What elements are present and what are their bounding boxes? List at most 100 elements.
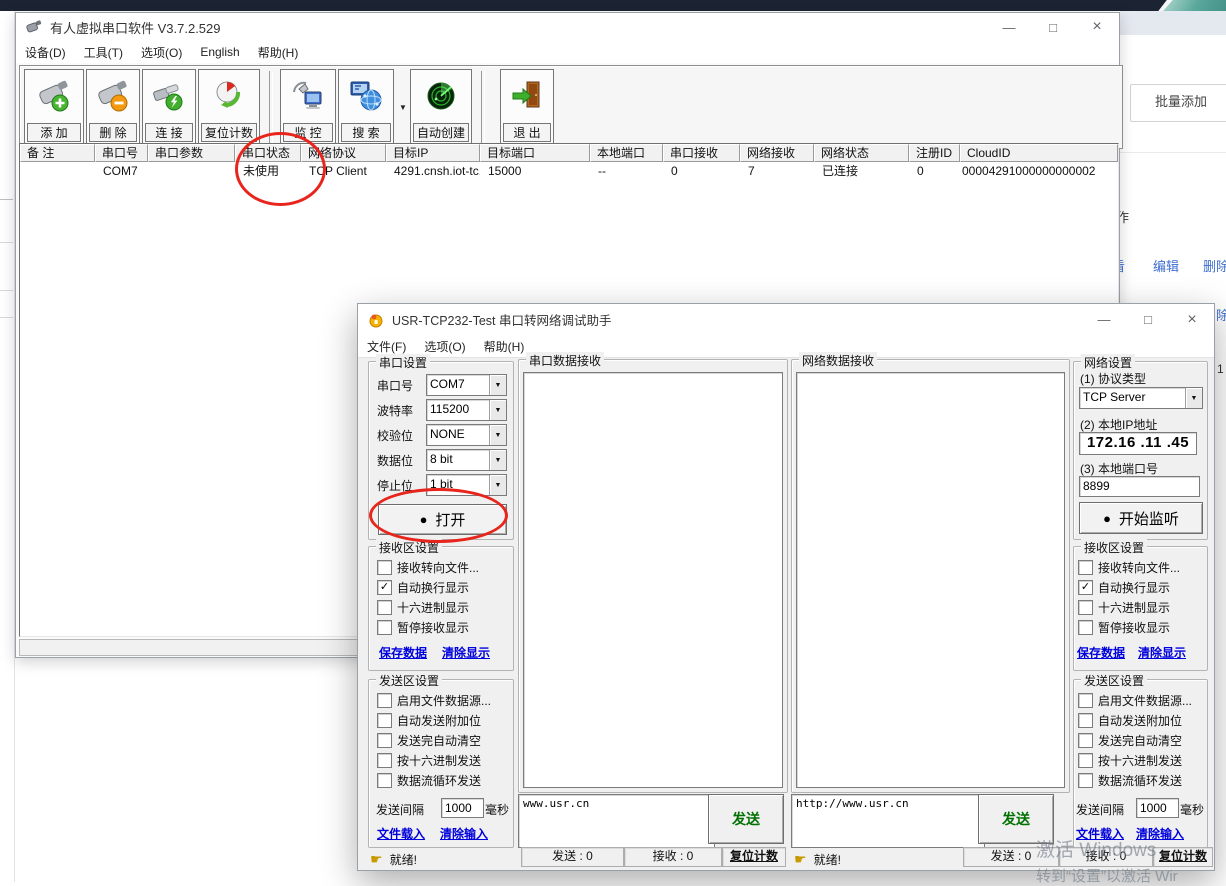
add-port-button[interactable]: 添 加 [24,69,84,145]
protocol-select[interactable]: TCP Server ▼ [1079,387,1203,409]
checkbox-box: ✓ [1078,580,1093,595]
maximize-icon[interactable]: □ [1031,20,1075,35]
reset-count-button[interactable]: 复位计数 [198,69,260,145]
file-source-checkbox[interactable]: 启用文件数据源... [377,692,491,709]
net-send-input[interactable]: http://www.usr.cn [791,794,985,848]
chevron-down-icon[interactable]: ▼ [489,450,506,470]
minimize-icon[interactable]: — [987,20,1031,35]
partial-delete-link[interactable]: 除 [1216,305,1226,324]
auto-newline-checkbox[interactable]: ✓自动换行显示 [1078,579,1170,596]
col-local-port[interactable]: 本地端口 [590,144,663,162]
menu-help[interactable]: 帮助(H) [484,338,525,355]
recv-to-file-checkbox[interactable]: 接收转向文件... [1078,559,1180,576]
loop-send-checkbox[interactable]: 数据流循环发送 [377,772,481,789]
start-listen-button[interactable]: ● 开始监听 [1079,502,1203,534]
parity-value: NONE [427,425,489,445]
local-port-input[interactable]: 8899 [1079,476,1200,497]
col-reg-id[interactable]: 注册ID [909,144,960,162]
exit-button[interactable]: 退 出 [500,69,554,145]
maximize-icon[interactable]: □ [1126,312,1170,327]
delete-link[interactable]: 删除 [1203,256,1226,275]
pause-recv-checkbox[interactable]: 暂停接收显示 [377,619,469,636]
menu-options[interactable]: 选项(O) [141,44,182,61]
cell-target-port: 15000 [480,162,590,180]
baud-select[interactable]: 115200 ▼ [426,399,507,421]
hex-send-checkbox[interactable]: 按十六进制发送 [377,752,481,769]
port-select[interactable]: COM7 ▼ [426,374,507,396]
save-data-link[interactable]: 保存数据 [379,644,427,661]
connect-button[interactable]: 连 接 [142,69,196,145]
col-port[interactable]: 串口号 [95,144,148,162]
local-ip-input[interactable]: 172.16 .11 .45 [1079,432,1197,455]
auto-append-checkbox[interactable]: 自动发送附加位 [1078,712,1182,729]
file-source-checkbox[interactable]: 启用文件数据源... [1078,692,1192,709]
vcom-app-icon [26,19,42,35]
clear-display-link[interactable]: 清除显示 [1138,644,1186,661]
net-send-button[interactable]: 发送 [978,794,1054,844]
close-icon[interactable]: × [1075,18,1119,36]
edit-link[interactable]: 编辑 [1153,256,1179,275]
menu-file[interactable]: 文件(F) [367,338,406,355]
parity-select[interactable]: NONE ▼ [426,424,507,446]
menu-english[interactable]: English [200,45,239,59]
table-row[interactable]: COM7 未使用 TCP Client 4291.cnsh.iot-tc... … [20,162,1118,180]
col-cloud-id[interactable]: CloudID [960,144,1118,162]
serial-sent-counter: 发送 : 0 [521,847,624,867]
serial-send-button[interactable]: 发送 [708,794,784,844]
serial-send-input[interactable]: www.usr.cn [518,794,715,848]
serial-reset-count-button[interactable]: 复位计数 [722,847,786,867]
auto-clear-checkbox[interactable]: 发送完自动清空 [1078,732,1182,749]
clear-input-link[interactable]: 清除输入 [440,825,488,842]
chevron-down-icon[interactable]: ▼ [489,425,506,445]
auto-clear-checkbox[interactable]: 发送完自动清空 [377,732,481,749]
databits-select[interactable]: 8 bit ▼ [426,449,507,471]
cell-serial-recv: 0 [663,162,740,180]
checkbox-label: 自动发送附加位 [397,712,481,729]
menu-help[interactable]: 帮助(H) [258,44,299,61]
net-reset-count-button[interactable]: 复位计数 [1153,847,1213,867]
search-dropdown-arrow[interactable]: ▼ [396,69,410,145]
auto-newline-checkbox[interactable]: ✓自动换行显示 [377,579,469,596]
hex-send-checkbox[interactable]: 按十六进制发送 [1078,752,1182,769]
col-target-port[interactable]: 目标端口 [480,144,590,162]
chevron-down-icon[interactable]: ▼ [489,375,506,395]
loop-send-checkbox[interactable]: 数据流循环发送 [1078,772,1182,789]
chevron-down-icon[interactable]: ▼ [489,400,506,420]
col-net-recv[interactable]: 网络接收 [740,144,814,162]
interval-input[interactable]: 1000 [441,798,484,818]
add-port-icon [25,70,83,122]
recv-to-file-checkbox[interactable]: 接收转向文件... [377,559,479,576]
auto-create-button[interactable]: 自动创建 [410,69,472,145]
load-file-link[interactable]: 文件载入 [377,825,425,842]
chevron-down-icon[interactable]: ▼ [489,475,506,495]
col-target-ip[interactable]: 目标IP [386,144,480,162]
col-port-params[interactable]: 串口参数 [148,144,235,162]
menu-tools[interactable]: 工具(T) [84,44,123,61]
pause-recv-checkbox[interactable]: 暂停接收显示 [1078,619,1170,636]
menu-device[interactable]: 设备(D) [25,44,66,61]
save-data-link[interactable]: 保存数据 [1077,644,1125,661]
checkbox-box [1078,733,1093,748]
hex-display-checkbox[interactable]: 十六进制显示 [377,599,469,616]
auto-append-checkbox[interactable]: 自动发送附加位 [377,712,481,729]
hex-display-checkbox[interactable]: 十六进制显示 [1078,599,1170,616]
net-recv-textarea[interactable] [796,372,1065,788]
checkbox-label: 启用文件数据源... [397,692,491,709]
col-net-status[interactable]: 网络状态 [814,144,909,162]
col-remark[interactable]: 备 注 [20,144,95,162]
delete-port-button[interactable]: 删 除 [86,69,140,145]
serial-recv-textarea[interactable] [523,372,783,788]
col-serial-recv[interactable]: 串口接收 [663,144,740,162]
load-file-link[interactable]: 文件载入 [1076,825,1124,842]
clear-input-link[interactable]: 清除输入 [1136,825,1184,842]
menu-options[interactable]: 选项(O) [424,338,465,355]
interval-input[interactable]: 1000 [1136,798,1179,818]
search-button[interactable]: 搜 索 [338,69,394,145]
minimize-icon[interactable]: — [1082,312,1126,327]
clear-display-link[interactable]: 清除显示 [442,644,490,661]
background-webpage-left [0,11,15,882]
cell-port-params [148,162,235,180]
close-icon[interactable]: × [1170,311,1214,329]
chevron-down-icon[interactable]: ▼ [1185,388,1202,408]
batch-add-button[interactable]: 批量添加 [1130,84,1226,122]
